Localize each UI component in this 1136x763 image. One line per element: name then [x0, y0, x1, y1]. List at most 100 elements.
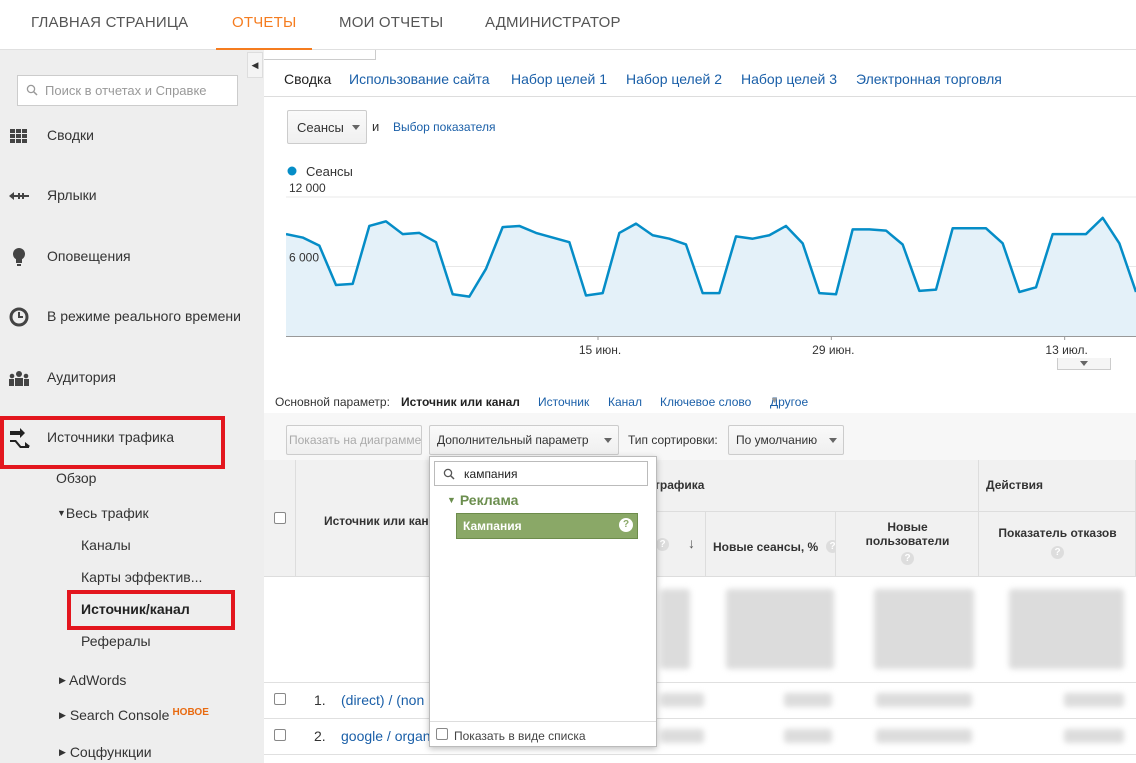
- blurred-value: [1064, 693, 1124, 707]
- table-row: 2. google / organ: [264, 719, 1136, 755]
- help-icon[interactable]: ?: [656, 538, 669, 551]
- dropdown-option-label: Кампания: [463, 519, 522, 533]
- sidebar-item-realtime[interactable]: В режиме реального времени: [0, 297, 264, 337]
- blurred-value: [784, 693, 832, 707]
- help-icon[interactable]: ?: [901, 552, 914, 565]
- tab-summary[interactable]: Сводка: [284, 71, 331, 87]
- tab-goal-set-2[interactable]: Набор целей 2: [626, 71, 722, 87]
- sidebar-item-social[interactable]: ▶ Соцфункции: [59, 744, 152, 760]
- tab-ecommerce[interactable]: Электронная торговля: [856, 71, 1002, 87]
- dimension-source-medium: Источник или канал: [401, 395, 520, 409]
- sidebar-item-label: Весь трафик: [65, 505, 149, 521]
- show-as-list-checkbox[interactable]: [436, 728, 448, 740]
- chart-svg: Сеансы 12 000 6 000 15 июн. 29 июн. 13 июл.: [285, 164, 1136, 357]
- sidebar-item-label: В режиме реального времени: [47, 308, 241, 324]
- totals-row: [264, 577, 1136, 683]
- column-bounce-rate-label: Показатель отказов: [998, 526, 1117, 540]
- sidebar-item-adwords[interactable]: ▶ AdWords: [59, 672, 126, 688]
- blurred-value: [874, 589, 974, 669]
- series-area: [286, 217, 1136, 336]
- nav-my-reports[interactable]: МОИ ОТЧЕТЫ: [323, 0, 459, 50]
- secondary-dimension-select[interactable]: Дополнительный параметр: [429, 425, 619, 455]
- select-all-checkbox[interactable]: [274, 512, 286, 524]
- sidebar-search-input[interactable]: Поиск в отчетах и Справке: [17, 75, 238, 106]
- column-new-users[interactable]: Новые пользователи ?: [836, 512, 979, 577]
- new-badge: НОВОЕ: [172, 707, 209, 718]
- sort-type-label: Тип сортировки:: [628, 433, 718, 447]
- search-icon: [443, 468, 455, 480]
- x-tick-label: 13 июл.: [1045, 343, 1087, 357]
- chart-expand-handle[interactable]: [1057, 358, 1111, 370]
- and-label: и: [372, 119, 380, 134]
- blurred-value: [1064, 729, 1124, 743]
- triangle-right-icon: ▶: [59, 747, 66, 757]
- dropdown-group-advertising[interactable]: ▼ Реклама: [447, 492, 518, 508]
- sidebar-item-referrals[interactable]: Рефералы: [81, 633, 151, 649]
- sidebar-item-shortcuts[interactable]: Ярлыки: [0, 176, 264, 216]
- group-behavior: Действия: [979, 460, 1136, 512]
- sidebar-item-label: Ярлыки: [47, 187, 97, 203]
- sort-type-select[interactable]: По умолчанию: [728, 425, 844, 455]
- search-placeholder: Поиск в отчетах и Справке: [45, 83, 207, 98]
- row-number: 1.: [314, 692, 326, 708]
- chevron-down-icon: [604, 438, 612, 443]
- triangle-right-icon: ▶: [59, 675, 66, 685]
- nav-admin[interactable]: АДМИНИСТРАТОР: [469, 0, 637, 50]
- sidebar-item-all-traffic[interactable]: ▼Весь трафик: [57, 505, 149, 521]
- sidebar-item-dashboards[interactable]: Сводки: [0, 116, 264, 156]
- dropdown-footer: Показать в виде списка: [430, 721, 656, 748]
- tab-goal-set-1[interactable]: Набор целей 1: [511, 71, 607, 87]
- report-tabs: Сводка Использование сайта Набор целей 1…: [264, 50, 1136, 97]
- y-tick-label: 6 000: [289, 251, 319, 265]
- tab-site-usage[interactable]: Использование сайта: [349, 71, 490, 87]
- row-checkbox[interactable]: [274, 729, 286, 741]
- chevron-down-icon: ▼: [770, 395, 779, 405]
- triangle-down-icon: ▼: [447, 495, 456, 505]
- sidebar-item-channels[interactable]: Каналы: [81, 537, 131, 553]
- dropdown-group-label: Реклама: [459, 492, 519, 508]
- column-new-sessions[interactable]: Новые сеансы, % ?: [706, 512, 839, 577]
- highlight-box-source-medium: [67, 590, 235, 630]
- nav-reports[interactable]: ОТЧЕТЫ: [216, 0, 312, 50]
- metric-select-value: Сеансы: [297, 120, 344, 135]
- tab-goal-set-3[interactable]: Набор целей 3: [741, 71, 837, 87]
- help-icon[interactable]: ?: [1051, 546, 1064, 559]
- shortcut-arrow-icon: [9, 192, 29, 200]
- sidebar-item-alerts[interactable]: Оповещения: [0, 237, 264, 277]
- chevron-down-icon: [1080, 361, 1088, 366]
- sidebar-item-audience[interactable]: Аудитория: [0, 358, 264, 398]
- column-bounce-rate[interactable]: Показатель отказов ?: [979, 512, 1136, 577]
- row-source-link[interactable]: (direct) / (non: [341, 692, 424, 708]
- sidebar-item-treemaps[interactable]: Карты эффектив...: [81, 569, 202, 585]
- column-new-users-label: Новые пользователи: [865, 520, 950, 548]
- metric-select[interactable]: Сеансы: [287, 110, 367, 144]
- blurred-value: [1009, 589, 1124, 669]
- dimension-search-input[interactable]: кампания: [434, 461, 648, 486]
- dimension-medium[interactable]: Канал: [608, 395, 642, 409]
- sort-arrow-down-icon[interactable]: ↓: [688, 535, 695, 551]
- x-tick-label: 29 июн.: [812, 343, 854, 357]
- data-table: Источник или кан трафика Действия ? ↓ Но…: [264, 460, 1136, 763]
- table-row: 1. (direct) / (non: [264, 683, 1136, 719]
- select-all-header: [264, 460, 296, 577]
- lightbulb-icon: [13, 248, 25, 266]
- sidebar-item-overview[interactable]: Обзор: [56, 470, 96, 486]
- choose-metric-link[interactable]: Выбор показателя: [393, 120, 495, 134]
- dimension-source[interactable]: Источник: [538, 395, 589, 409]
- dimension-search-value: кампания: [464, 467, 518, 481]
- sidebar-item-label: Search Console: [69, 707, 170, 723]
- nav-home[interactable]: ГЛАВНАЯ СТРАНИЦА: [15, 0, 204, 50]
- plot-rows-button[interactable]: Показать на диаграмме: [286, 425, 422, 455]
- sidebar-item-label: Аудитория: [47, 369, 116, 385]
- group-acquisition-label: трафика: [654, 478, 705, 492]
- row-checkbox[interactable]: [274, 693, 286, 705]
- highlight-box-acquisition: [0, 416, 225, 469]
- table-toolbar: Показать на диаграмме Дополнительный пар…: [264, 413, 1136, 460]
- collapse-sidebar-button[interactable]: ◀: [247, 52, 263, 78]
- dimension-keyword[interactable]: Ключевое слово: [660, 395, 751, 409]
- sidebar-item-search-console[interactable]: ▶ Search Console НОВОЕ: [59, 707, 209, 723]
- help-icon[interactable]: ?: [619, 518, 633, 532]
- dropdown-option-campaign[interactable]: Кампания ?: [456, 513, 638, 539]
- row-source-link[interactable]: google / organ: [341, 728, 431, 744]
- blurred-value: [876, 693, 972, 707]
